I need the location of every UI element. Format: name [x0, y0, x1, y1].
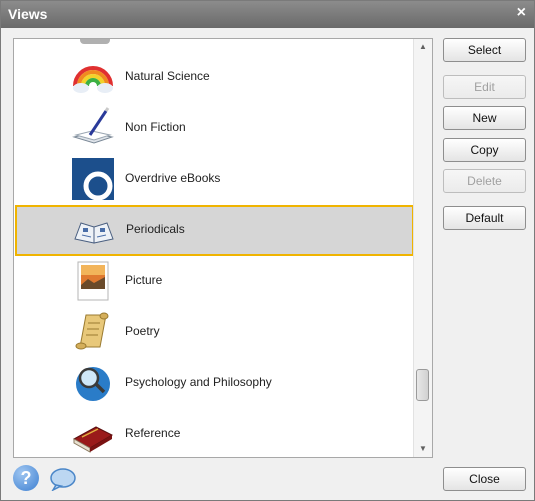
edit-button[interactable]: Edit — [443, 75, 526, 99]
default-button[interactable]: Default — [443, 206, 526, 230]
list-item[interactable]: Natural Science — [14, 52, 416, 103]
views-dialog: Views × Natural Science Non Fiction Over… — [0, 0, 535, 501]
close-icon[interactable]: × — [517, 4, 526, 22]
copy-button[interactable]: Copy — [443, 138, 526, 162]
list-item-label: Reference — [125, 426, 181, 440]
list-item-label: Natural Science — [125, 69, 210, 83]
list-item[interactable]: Psychology and Philosophy — [14, 358, 416, 409]
partial-item-icon — [80, 39, 110, 44]
chat-bubble-icon[interactable] — [49, 467, 77, 492]
list-item-label: Psychology and Philosophy — [125, 375, 272, 389]
new-button[interactable]: New — [443, 106, 526, 130]
help-icon[interactable]: ? — [13, 465, 39, 491]
list-item[interactable]: Overdrive eBooks — [14, 154, 416, 205]
red-book-icon — [72, 413, 114, 455]
list-item-label: Picture — [125, 273, 163, 287]
scroll-icon — [72, 311, 114, 353]
book-pen-icon — [72, 107, 114, 149]
overdrive-logo-icon — [72, 158, 114, 201]
globe-magnifier-icon — [72, 362, 114, 404]
title-bar: Views × — [1, 1, 534, 28]
photo-icon — [72, 260, 114, 302]
list-item-label: Periodicals — [126, 222, 185, 236]
list-item-label: Non Fiction — [125, 120, 186, 134]
list-item[interactable]: Picture — [14, 256, 416, 307]
scrollbar-thumb[interactable] — [416, 369, 429, 401]
delete-button[interactable]: Delete — [443, 169, 526, 193]
list-item[interactable]: Reference — [14, 409, 416, 457]
open-book-icon — [73, 209, 115, 251]
list-item[interactable]: Non Fiction — [14, 103, 416, 154]
scrollbar[interactable]: ▲ ▼ — [413, 39, 432, 457]
scroll-down-arrow-icon[interactable]: ▼ — [414, 441, 432, 457]
list-item-selected[interactable]: Periodicals — [15, 205, 414, 256]
views-list[interactable]: Natural Science Non Fiction Overdrive eB… — [13, 38, 433, 458]
scroll-up-arrow-icon[interactable]: ▲ — [414, 39, 432, 55]
list-item-label: Overdrive eBooks — [125, 171, 221, 185]
rainbow-icon — [72, 56, 114, 98]
close-button[interactable]: Close — [443, 467, 526, 491]
list-item-label: Poetry — [125, 324, 160, 338]
list-item[interactable]: Poetry — [14, 307, 416, 358]
window-title: Views — [8, 6, 48, 22]
select-button[interactable]: Select — [443, 38, 526, 62]
